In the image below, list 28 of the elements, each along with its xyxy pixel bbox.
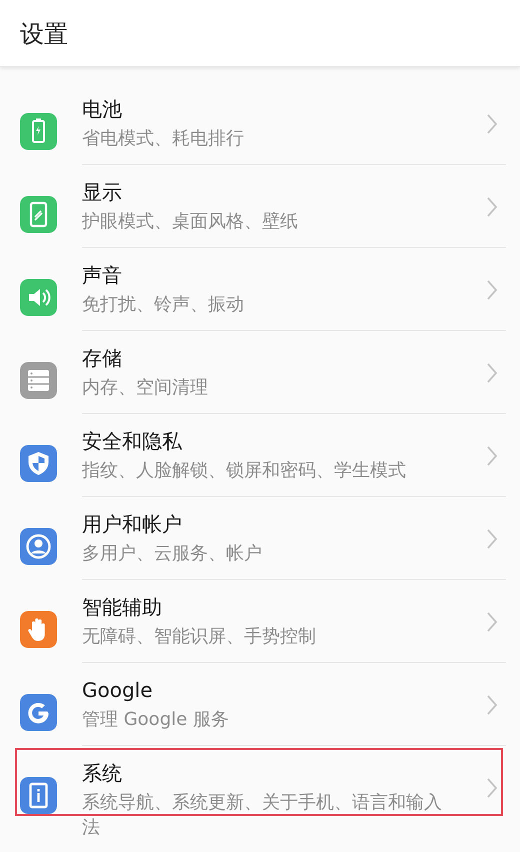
setting-title: Google (82, 677, 153, 704)
chevron-icon (486, 196, 498, 218)
setting-title: 用户和帐户 (82, 511, 182, 538)
chevron-icon (486, 113, 498, 135)
setting-title: 安全和隐私 (82, 428, 182, 455)
setting-title: 电池 (82, 96, 122, 123)
setting-description: 内存、空间清理 (82, 376, 209, 400)
setting-description: 多用户、云服务、帐户 (82, 542, 263, 566)
setting-description: 管理 Google 服务 (82, 708, 230, 732)
chevron-icon (486, 528, 498, 550)
chevron-icon (486, 694, 498, 716)
chevron-icon (486, 611, 498, 633)
setting-description: 无障碍、智能识屏、手势控制 (82, 625, 317, 649)
page-title: 设置 (19, 19, 68, 49)
chevron-icon (486, 445, 498, 467)
chevron-icon (486, 777, 498, 799)
setting-title: 智能辅助 (82, 594, 162, 621)
chevron-icon (486, 362, 498, 384)
setting-description: 省电模式、耗电排行 (82, 127, 245, 151)
setting-title: 显示 (82, 179, 122, 206)
setting-description: 护眼模式、桌面风格、壁纸 (82, 210, 299, 234)
setting-description: 指纹、人脸解锁、锁屏和密码、学生模式 (82, 459, 407, 483)
setting-title: 系统 (82, 760, 122, 787)
setting-description: 免打扰、铃声、振动 (82, 293, 245, 317)
setting-title: 声音 (82, 262, 122, 289)
setting-description: 系统导航、系统更新、关于手机、语言和输入法 (82, 791, 443, 840)
setting-title: 存储 (82, 345, 122, 372)
chevron-icon (486, 279, 498, 301)
